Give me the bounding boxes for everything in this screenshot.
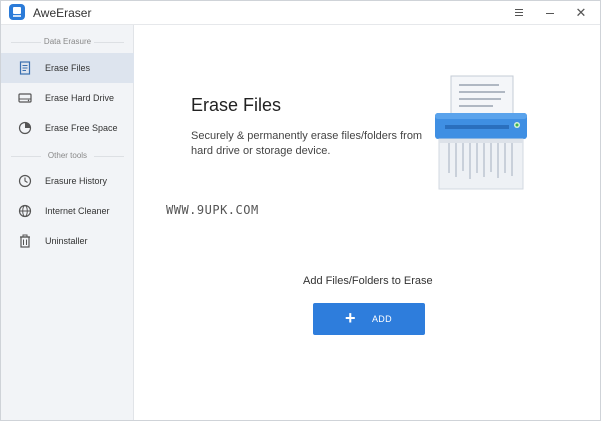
clock-icon [18,174,32,188]
add-caption: Add Files/Folders to Erase [303,275,433,287]
sidebar-item-uninstaller[interactable]: Uninstaller [1,226,134,256]
page-title: Erase Files [191,95,282,115]
trash-icon [20,234,30,248]
sidebar-item-label: Uninstaller [45,236,88,246]
minimize-icon[interactable] [541,4,559,22]
close-icon[interactable]: ✕ [572,4,590,22]
sidebar-item-erase-hard-drive[interactable]: Erase Hard Drive [1,83,134,113]
sidebar: Data Erasure Erase Files Erase Hard Driv… [1,25,134,420]
watermark-text: WWW.9UPK.COM [166,203,259,217]
sidebar-item-erase-files[interactable]: Erase Files [1,53,134,83]
hard-drive-icon [18,93,32,103]
app-title: AweEraser [33,6,92,20]
sidebar-item-label: Internet Cleaner [45,206,110,216]
add-button-label: ADD [372,314,392,324]
title-bar: AweEraser ✕ [1,1,600,25]
sidebar-item-label: Erasure History [45,176,108,186]
pie-chart-icon [18,121,32,135]
app-window: AweEraser ✕ Data Erasure Erase Files Era… [0,0,601,421]
section-label-data-erasure: Data Erasure [1,37,134,46]
sidebar-item-label: Erase Files [45,63,91,73]
app-logo-icon [9,4,25,20]
sidebar-item-erase-free-space[interactable]: Erase Free Space [1,113,134,143]
plus-icon: + [345,308,356,328]
globe-icon [18,204,32,218]
section-label-other-tools: Other tools [1,151,134,160]
paper-shredder-icon [435,75,527,190]
main-panel: Erase Files Securely & permanently erase… [135,25,600,420]
sidebar-item-internet-cleaner[interactable]: Internet Cleaner [1,196,134,226]
add-button[interactable]: + ADD [313,303,425,335]
document-icon [19,61,31,75]
hamburger-menu-icon[interactable] [510,4,528,22]
sidebar-item-erasure-history[interactable]: Erasure History [1,166,134,196]
sidebar-item-label: Erase Hard Drive [45,93,115,103]
page-description: Securely & permanently erase files/folde… [191,130,423,157]
sidebar-item-label: Erase Free Space [45,123,118,133]
